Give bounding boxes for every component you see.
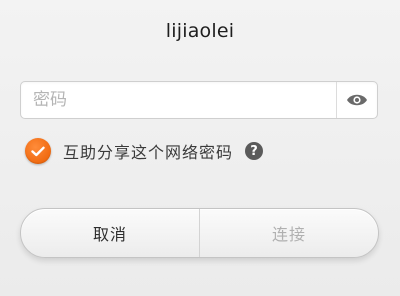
share-password-row: 互助分享这个网络密码 ? — [25, 138, 264, 164]
password-field-container — [20, 81, 378, 119]
network-name-title: lijiaolei — [165, 20, 235, 42]
question-icon[interactable]: ? — [245, 142, 264, 160]
share-password-checkbox[interactable] — [25, 138, 51, 164]
password-input[interactable] — [21, 82, 336, 118]
eye-icon — [347, 94, 367, 106]
cancel-button[interactable]: 取消 — [21, 209, 199, 257]
show-password-toggle[interactable] — [336, 82, 377, 118]
connect-button[interactable]: 连接 — [199, 209, 378, 257]
checkmark-icon — [31, 146, 45, 156]
dialog-button-bar: 取消 连接 — [20, 208, 379, 258]
share-password-label: 互助分享这个网络密码 — [63, 143, 234, 162]
wifi-password-dialog: lijiaolei 互助分享这个网络密码 ? 取消 连接 — [0, 0, 400, 296]
